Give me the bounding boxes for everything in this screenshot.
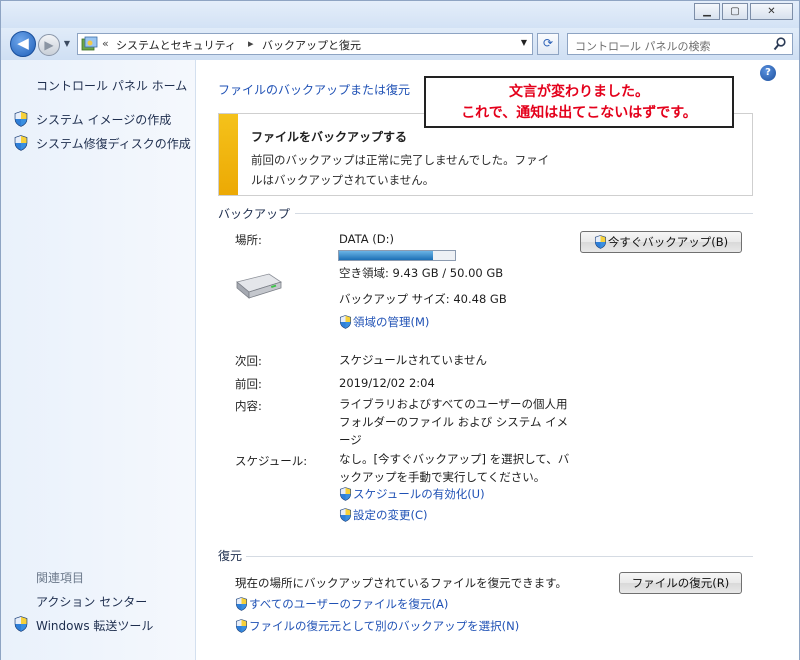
navigation-bar: ◀ ▶ ▼ « システムとセキュリティ ▸ バックアップと復元 ▼ ⟳ コントロ… <box>0 28 800 60</box>
backup-section-heading: バックアップ <box>218 207 291 221</box>
uac-shield-icon <box>339 508 352 522</box>
last-label: 前回: <box>235 377 262 391</box>
warning-message: 前回のバックアップは正常に完了しませんでした。ファイルはバックアップされていませ… <box>251 153 550 187</box>
last-backup-value: 2019/12/02 2:04 <box>339 376 435 390</box>
section-divider <box>295 213 753 214</box>
select-other-backup-link[interactable]: ファイルの復元元として別のバックアップを選択(N) <box>235 618 519 634</box>
uac-shield-icon <box>235 619 248 633</box>
help-icon[interactable]: ? <box>760 65 776 81</box>
uac-shield-icon <box>339 487 352 501</box>
sidebar-item-action-center[interactable]: アクション センター <box>36 593 147 610</box>
control-panel-icon <box>81 36 98 51</box>
minimize-button[interactable]: ▁ <box>694 3 720 20</box>
page-title: ファイルのバックアップまたは復元 <box>218 83 411 97</box>
sidebar-item-control-panel-home[interactable]: コントロール パネル ホーム <box>36 77 187 94</box>
hard-drive-icon <box>236 273 282 299</box>
annotation-callout: 文言が変わりました。 これで、通知は出てこないはずです。 <box>424 76 734 128</box>
restore-all-users-label: すべてのユーザーのファイルを復元(A) <box>249 597 449 611</box>
main-content: ? ファイルのバックアップまたは復元 ファイルをバックアップする 前回のバックア… <box>197 60 800 660</box>
title-bar: ▁ ▢ ✕ <box>0 0 800 28</box>
forward-button[interactable]: ▶ <box>38 34 60 56</box>
change-settings-link[interactable]: 設定の変更(C) <box>339 507 428 523</box>
uac-shield-icon <box>14 111 28 127</box>
breadcrumb-item-system-security[interactable]: システムとセキュリティ <box>116 37 236 53</box>
backup-now-label: 今すぐバックアップ(B) <box>607 235 729 249</box>
uac-shield-icon <box>339 315 352 329</box>
close-button[interactable]: ✕ <box>750 3 793 20</box>
sidebar-item-windows-transfer[interactable]: Windows 転送ツール <box>36 617 153 634</box>
address-dropdown-icon[interactable]: ▼ <box>521 38 527 47</box>
schedule-label: スケジュール: <box>235 454 308 468</box>
annotation-line-2: これで、通知は出てこないはずです。 <box>461 105 697 121</box>
uac-shield-icon <box>594 235 607 249</box>
breadcrumb-overflow[interactable]: « <box>102 37 109 50</box>
backup-now-button[interactable]: 今すぐバックアップ(B) <box>580 231 742 253</box>
manage-space-label: 領域の管理(M) <box>353 315 430 329</box>
search-placeholder: コントロール パネルの検索 <box>575 40 711 53</box>
back-button[interactable]: ◀ <box>10 31 36 57</box>
free-space: 空き領域: 9.43 GB / 50.00 GB <box>339 266 504 280</box>
related-heading: 関連項目 <box>36 571 85 585</box>
warning-bar <box>219 114 238 195</box>
sidebar-item-create-repair-disc[interactable]: システム修復ディスクの作成 <box>36 135 191 152</box>
search-input[interactable]: コントロール パネルの検索 <box>567 33 793 55</box>
uac-shield-icon <box>14 135 28 151</box>
recent-pages-dropdown[interactable]: ▼ <box>62 38 72 50</box>
backup-drive: DATA (D:) <box>339 232 394 246</box>
schedule-value: なし。[今すぐバックアップ] を選択して、バックアップを手動で実行してください。 <box>339 452 570 484</box>
uac-shield-icon <box>14 616 28 632</box>
window-controls: ▁ ▢ ✕ <box>692 3 793 20</box>
backup-size: バックアップ サイズ: 40.48 GB <box>339 292 507 306</box>
contents-label: 内容: <box>235 399 262 413</box>
annotation-line-1: 文言が変わりました。 <box>509 84 649 100</box>
section-divider <box>246 556 753 557</box>
restore-description: 現在の場所にバックアップされているファイルを復元できます。 <box>235 576 568 590</box>
location-label: 場所: <box>235 233 262 247</box>
uac-shield-icon <box>235 597 248 611</box>
next-backup-value: スケジュールされていません <box>339 353 488 367</box>
restore-all-users-link[interactable]: すべてのユーザーのファイルを復元(A) <box>235 596 448 612</box>
warning-title: ファイルをバックアップする <box>251 130 408 144</box>
breadcrumb-item-backup-restore[interactable]: バックアップと復元 <box>262 37 361 53</box>
sidebar-item-create-system-image[interactable]: システム イメージの作成 <box>36 111 171 128</box>
contents-value: ライブラリおよびすべてのユーザーの個人用フォルダーのファイル および システム … <box>339 397 569 447</box>
manage-space-link[interactable]: 領域の管理(M) <box>339 314 429 330</box>
sidebar: コントロール パネル ホーム システム イメージの作成 システム修復ディスクの作… <box>0 60 196 660</box>
enable-schedule-label: スケジュールの有効化(U) <box>353 487 485 501</box>
drive-usage-fill <box>339 251 434 260</box>
restore-section-heading: 復元 <box>218 549 243 563</box>
search-icon[interactable] <box>773 36 787 52</box>
change-settings-label: 設定の変更(C) <box>353 508 428 522</box>
drive-usage-bar <box>338 250 456 261</box>
refresh-button[interactable]: ⟳ <box>537 33 559 55</box>
address-bar[interactable]: « システムとセキュリティ ▸ バックアップと復元 ▼ <box>77 33 533 55</box>
maximize-button[interactable]: ▢ <box>722 3 748 20</box>
enable-schedule-link[interactable]: スケジュールの有効化(U) <box>339 486 485 502</box>
select-other-backup-label: ファイルの復元元として別のバックアップを選択(N) <box>249 619 520 633</box>
next-label: 次回: <box>235 354 262 368</box>
restore-files-button[interactable]: ファイルの復元(R) <box>619 572 742 594</box>
breadcrumb-separator[interactable]: ▸ <box>248 37 254 50</box>
